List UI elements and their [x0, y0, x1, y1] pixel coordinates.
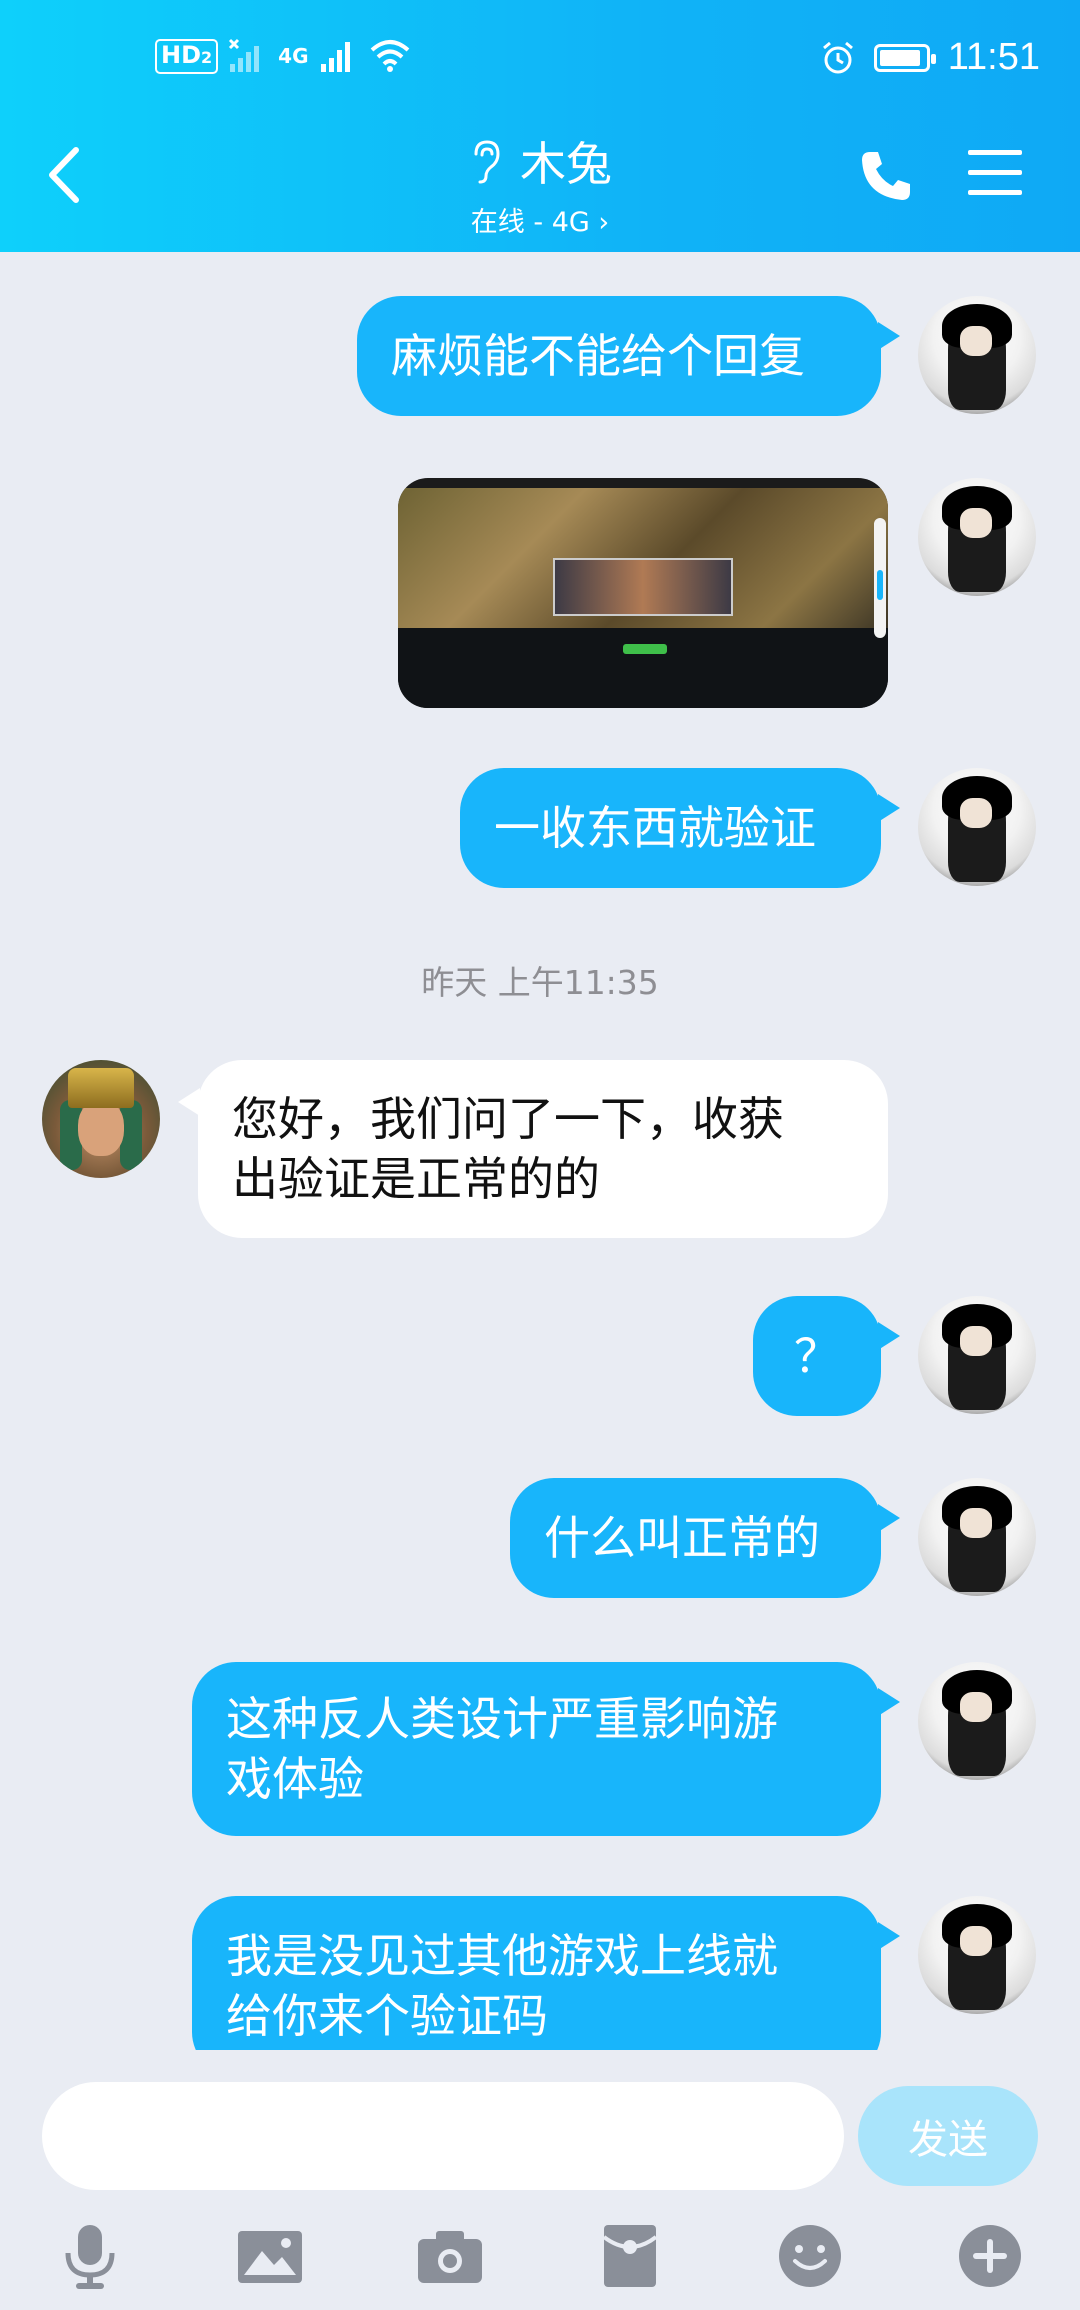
message-bubble[interactable]: 这种反人类设计严重影响游 戏体验	[192, 1662, 881, 1836]
emoji-icon[interactable]	[770, 2216, 850, 2296]
game-popup-image	[553, 558, 733, 616]
message-text: ？	[794, 1329, 840, 1383]
phone-call-icon[interactable]	[858, 148, 914, 204]
bubble-tail	[878, 1688, 900, 1716]
wifi-icon	[370, 40, 409, 72]
status-bar: HD2 4G 11:51	[0, 0, 1080, 120]
message-bubble[interactable]: 我是没见过其他游戏上线就 给你来个验证码	[192, 1896, 881, 2050]
my-avatar[interactable]	[918, 478, 1036, 596]
message-text: 麻烦能不能给个回复	[391, 329, 805, 383]
message-text-line: 我是没见过其他游戏上线就	[226, 1929, 778, 1983]
menu-icon[interactable]	[966, 148, 1024, 198]
contact-avatar[interactable]	[42, 1060, 160, 1178]
bubble-tail	[878, 322, 900, 350]
message-text-line: 您好，我们问了一下，收获	[232, 1092, 784, 1146]
contact-info[interactable]: 木兔 在线 - 4G ›	[0, 128, 1080, 239]
network-type: 4G	[278, 44, 309, 68]
ear-icon	[474, 140, 500, 184]
message-input[interactable]	[42, 2082, 844, 2190]
red-packet-icon[interactable]	[590, 2216, 670, 2296]
message-text-line: 给你来个验证码	[226, 1989, 548, 2043]
message-text: 什么叫正常的	[544, 1511, 820, 1565]
camera-icon[interactable]	[410, 2216, 490, 2296]
contact-status: 在线 - 4G ›	[470, 207, 610, 238]
hd-badge: HD2	[155, 38, 219, 74]
my-avatar[interactable]	[918, 1296, 1036, 1414]
contact-title: 木兔	[468, 128, 612, 194]
message-text-line: 这种反人类设计严重影响游	[226, 1692, 778, 1746]
message-bubble[interactable]: 什么叫正常的	[510, 1478, 881, 1598]
message-bubble[interactable]: ？	[753, 1296, 881, 1416]
composer-toolbar	[0, 2216, 1080, 2306]
my-avatar[interactable]	[918, 768, 1036, 886]
signal-icon	[229, 38, 260, 72]
my-avatar[interactable]	[918, 296, 1036, 414]
message-bubble[interactable]: 您好，我们问了一下，收获 出验证是正常的的	[198, 1060, 888, 1238]
mic-icon[interactable]	[50, 2216, 130, 2296]
composer: 发送	[0, 2050, 1080, 2310]
my-avatar[interactable]	[918, 1896, 1036, 2014]
bubble-tail	[878, 1322, 900, 1350]
bubble-tail	[878, 1922, 900, 1950]
chat-header: HD2 4G 11:51 木兔 在线 - 4G ›	[0, 0, 1080, 252]
message-bubble[interactable]: 麻烦能不能给个回复	[357, 296, 881, 416]
image-icon[interactable]	[230, 2216, 310, 2296]
clock: 11:51	[947, 36, 1040, 78]
battery-icon	[873, 43, 936, 72]
signal-strength-icon	[320, 42, 350, 72]
message-text: 一收东西就验证	[494, 801, 816, 855]
my-avatar[interactable]	[918, 1478, 1036, 1596]
bubble-tail	[178, 1088, 200, 1116]
message-text-line: 戏体验	[226, 1752, 364, 1806]
contact-name: 木兔	[520, 137, 612, 191]
message-bubble[interactable]: 一收东西就验证	[460, 768, 881, 888]
timestamp-divider: 昨天 上午11:35	[421, 963, 659, 1002]
status-right: 11:51	[820, 36, 1040, 79]
plus-icon[interactable]	[950, 2216, 1030, 2296]
bubble-tail	[878, 794, 900, 822]
alarm-icon	[822, 41, 853, 73]
bubble-tail	[878, 1504, 900, 1532]
message-text-line: 出验证是正常的的	[232, 1152, 600, 1206]
my-avatar[interactable]	[918, 1662, 1036, 1780]
status-left: HD2 4G	[155, 38, 411, 74]
send-button[interactable]: 发送	[858, 2086, 1038, 2186]
image-message[interactable]	[398, 478, 888, 708]
message-list[interactable]: 麻烦能不能给个回复 一收东西就验证 昨天 上午11:35 您好，我们问了一下，收…	[0, 252, 1080, 2050]
